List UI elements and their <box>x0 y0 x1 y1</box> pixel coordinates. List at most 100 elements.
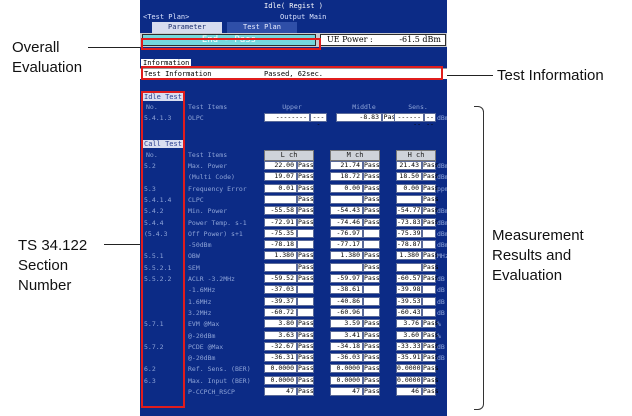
row-eval-ch1 <box>363 308 380 317</box>
row-value-ch1: -40.86 <box>330 297 363 306</box>
row-section-number: 5.4.2 <box>144 207 164 215</box>
call-col-items: Test Items <box>188 151 228 159</box>
row-eval-ch0 <box>297 297 314 306</box>
row-value-ch2: -60.57 <box>396 274 422 283</box>
leader-line-info <box>447 75 493 76</box>
ue-power-box: UE Power : -61.5 dBm <box>320 34 446 46</box>
row-unit: dB <box>437 275 445 283</box>
row-value-ch0: 0.0000 <box>264 364 297 373</box>
row-value-ch2: 3.76 <box>396 319 422 328</box>
callout-line: Evaluation <box>12 59 83 76</box>
row-eval-ch2: Pass <box>422 274 439 283</box>
row-test-item: P-CCPCH_RSCP <box>188 388 235 396</box>
row-test-item: Off Power) s+1 <box>188 230 243 238</box>
row-eval-ch2 <box>422 308 436 317</box>
row-value-ch2: -75.39 <box>396 229 422 238</box>
row-eval-ch1: Pass <box>363 206 380 215</box>
row-value-ch2: -33.33 <box>396 342 422 351</box>
row-unit: dBm <box>437 230 447 238</box>
row-eval-ch0: Pass <box>297 195 314 204</box>
row-value-ch2: 3.60 <box>396 331 422 340</box>
row-unit: dBm <box>437 219 447 227</box>
row-unit: dBm <box>437 162 447 170</box>
row-test-item: 3.2MHz <box>188 309 212 317</box>
idle-sens-eval: ---- <box>424 113 436 128</box>
row-eval-ch1: Pass <box>363 184 380 193</box>
row-value-ch2: 0.0000 <box>396 376 422 385</box>
row-unit: % <box>437 320 441 328</box>
row-unit: ppm <box>437 185 447 193</box>
measurement-callout: Measurement Results and Evaluation <box>492 226 584 286</box>
row-value-ch0: -36.31 <box>264 353 297 362</box>
row-value-ch2: -35.91 <box>396 353 422 362</box>
idle-middle-value: -8.83 <box>336 113 382 122</box>
row-eval-ch2 <box>422 229 436 238</box>
col-l-ch: L ch <box>264 150 314 161</box>
section-number-highlight <box>141 91 185 408</box>
row-value-ch1: 3.59 <box>330 319 363 328</box>
row-value-ch2: -78.87 <box>396 240 422 249</box>
evaluation-bar: End - Pass UE Power : -61.5 dBm <box>140 33 447 47</box>
row-value-ch1: 0.0000 <box>330 364 363 373</box>
row-eval-ch2: Pass <box>422 319 439 328</box>
row-section-number: 5.7.2 <box>144 343 164 351</box>
row-test-item: Frequency Error <box>188 185 247 193</box>
row-value-ch0: -55.58 <box>264 206 297 215</box>
row-value-ch2: 18.50 <box>396 172 422 181</box>
idle-col-middle: Middle <box>352 103 376 111</box>
row-value-ch0: 0.0000 <box>264 376 297 385</box>
row-value-ch0: -72.91 <box>264 218 297 227</box>
idle-test-heading: Idle Test <box>142 93 184 101</box>
row-unit: dBm <box>437 173 447 181</box>
row-value-ch1: -76.97 <box>330 229 363 238</box>
row-test-item: @-20dBm <box>188 332 216 340</box>
row-section-number: 5.2 <box>144 162 156 170</box>
row-unit: dB <box>437 286 445 294</box>
row-value-ch1: -60.96 <box>330 308 363 317</box>
row-eval-ch2: Pass <box>422 195 439 204</box>
row-value-ch0: -32.67 <box>264 342 297 351</box>
idle-upper-eval: ---- <box>310 113 327 128</box>
row-value-ch1: -77.17 <box>330 240 363 249</box>
tab-parameter[interactable]: Parameter <box>152 22 222 33</box>
row-eval-ch0: Pass <box>297 331 314 340</box>
row-eval-ch1: Pass <box>363 251 380 260</box>
row-test-item: -50dBm <box>188 241 212 249</box>
row-value-ch1: 18.72 <box>330 172 363 181</box>
row-section-number: 5.5.2.2 <box>144 275 172 283</box>
back-label[interactable]: <Test Plan> <box>143 13 189 21</box>
idle-sens-value-visible: -------- <box>394 113 424 128</box>
mode-label: Output Main <box>280 13 327 21</box>
row-unit: dBm <box>437 241 447 249</box>
row-eval-ch1: Pass <box>363 387 380 396</box>
row-eval-ch1 <box>363 229 380 238</box>
row-value-ch2: 46 <box>396 387 422 396</box>
row-eval-ch2: Pass <box>422 161 439 170</box>
row-unit: dB <box>437 343 445 351</box>
row-eval-ch2: Pass <box>422 184 439 193</box>
row-eval-ch2: Pass <box>422 376 439 385</box>
row-value-ch0: 0.01 <box>264 184 297 193</box>
status-title: Idle( Regist ) <box>263 2 323 10</box>
row-value-ch0: 3.80 <box>264 319 297 328</box>
row-value-ch0: 47 <box>264 387 297 396</box>
ue-power-label: UE Power : <box>327 35 373 44</box>
leader-line-ts <box>104 244 140 245</box>
row-value-ch0: -60.72 <box>264 308 297 317</box>
tab-test-plan[interactable]: Test Plan <box>227 22 297 33</box>
row-value-ch0: 19.07 <box>264 172 297 181</box>
row-eval-ch0: Pass <box>297 251 314 260</box>
callout-line: Results and <box>492 247 572 264</box>
row-test-item: CLPC <box>188 196 204 204</box>
row-eval-ch1 <box>363 297 380 306</box>
row-eval-ch1: Pass <box>363 263 380 272</box>
row-eval-ch1: Pass <box>363 342 380 351</box>
row-eval-ch1: Pass <box>363 376 380 385</box>
idle-col-no: No. <box>146 103 158 111</box>
row-eval-ch2 <box>422 297 436 306</box>
col-m-ch: M ch <box>330 150 380 161</box>
row-unit: dB <box>437 309 445 317</box>
row-section-number: 5.3 <box>144 185 156 193</box>
row-eval-ch2: Pass <box>422 387 439 396</box>
callout-line: Section <box>18 257 69 274</box>
